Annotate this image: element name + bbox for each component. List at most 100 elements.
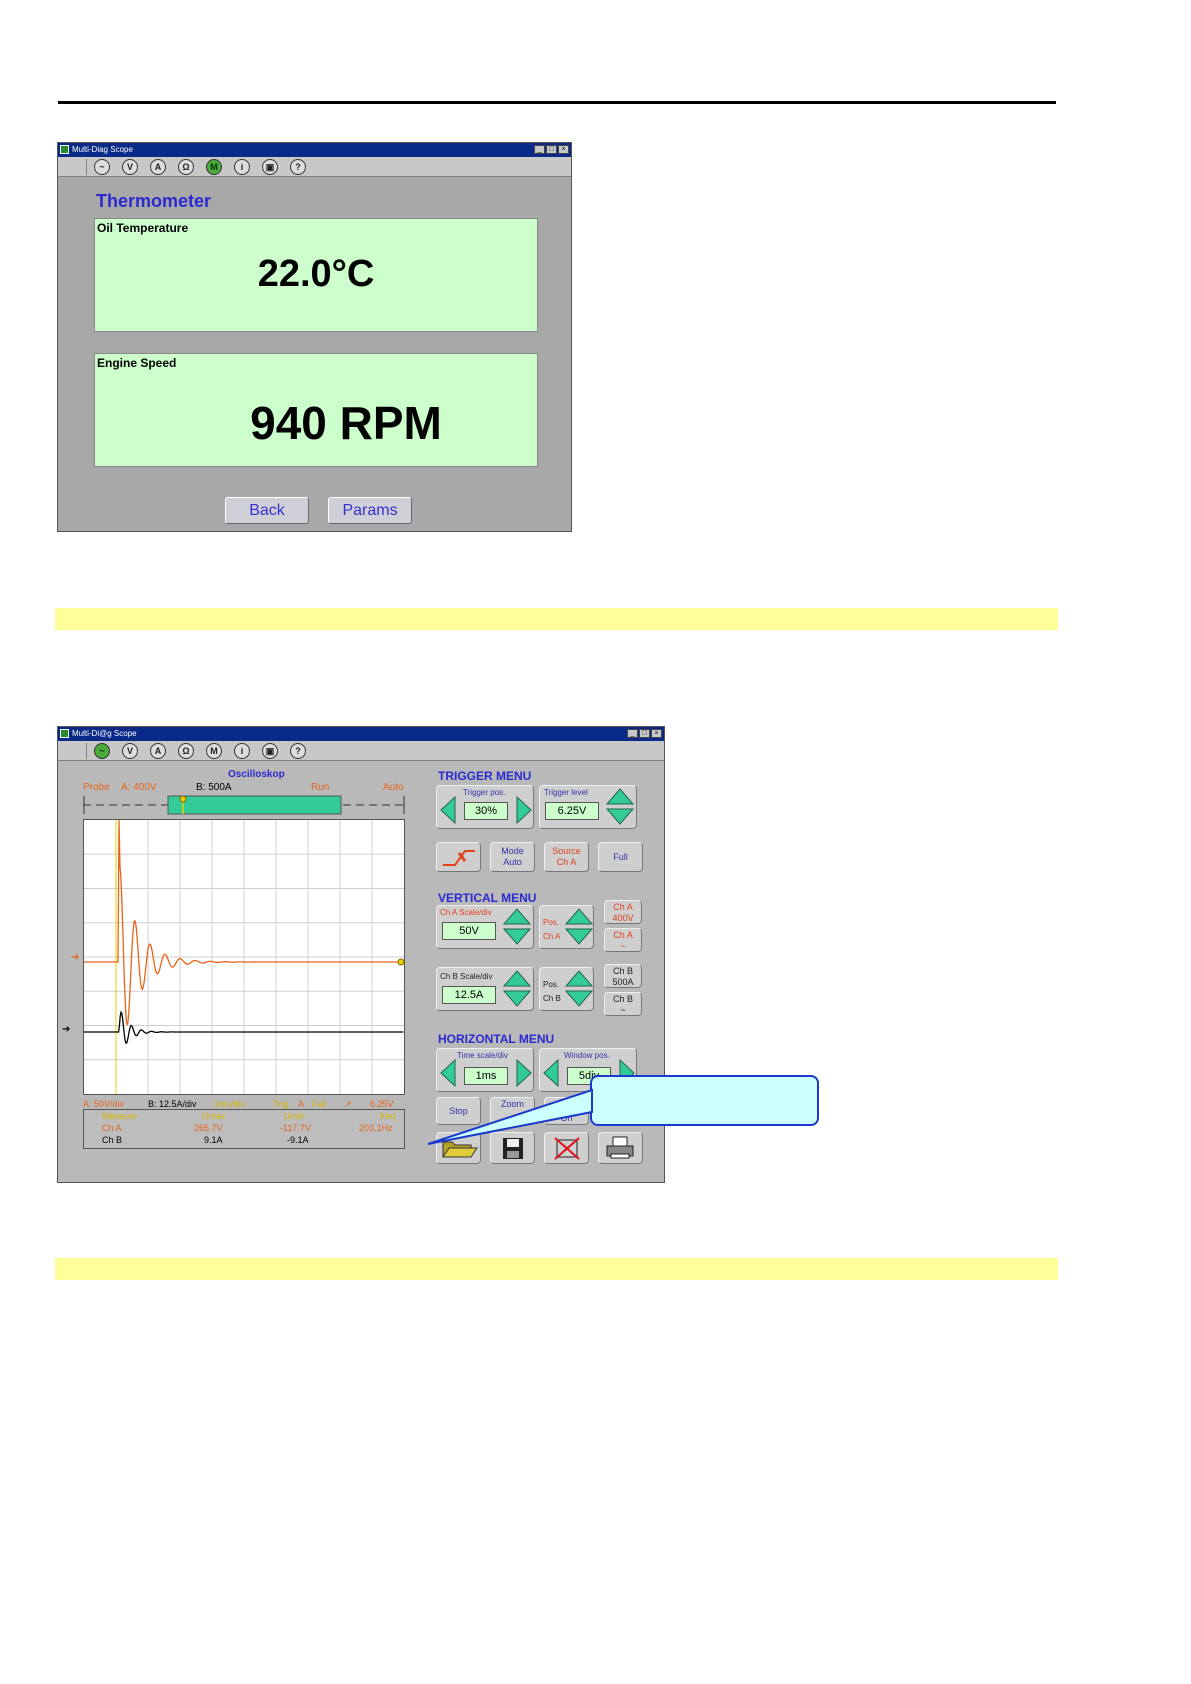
cha-coupling-button[interactable]: Ch A ~ [604, 928, 642, 952]
separator [86, 158, 87, 175]
channel-b-marker-icon[interactable]: ➔ [62, 1024, 70, 1035]
chb-pos-channel: Ch B [543, 994, 561, 1003]
waveform-display[interactable] [83, 819, 405, 1095]
time-scale-left-arrow-icon[interactable] [440, 1059, 456, 1087]
app-icon [60, 729, 69, 738]
trigger-pos-right-arrow-icon[interactable] [516, 796, 532, 824]
chb-pos-down-arrow-icon[interactable] [565, 990, 593, 1008]
cha-range-channel: Ch A [613, 902, 633, 912]
trigger-pos-label: Trigger pos. [463, 788, 506, 797]
chb-scale-value: 12.5A [442, 986, 496, 1004]
cha-row-label: Ch A [102, 1123, 122, 1133]
channel-a-marker-icon[interactable]: ➔ [71, 952, 79, 963]
engine-speed-value: 940 RPM [250, 397, 442, 449]
engine-speed-label: Engine Speed [97, 356, 177, 370]
time-scale-label: Time scale/div [457, 1051, 508, 1060]
probe-label: Probe [83, 782, 110, 793]
run-status: Run [311, 782, 330, 793]
ammeter-icon[interactable]: A [149, 742, 167, 760]
cha-range-button[interactable]: Ch A 400V [604, 900, 642, 924]
close-icon[interactable]: × [651, 729, 662, 738]
voltmeter-icon[interactable]: V [121, 742, 139, 760]
print-preview-icon[interactable]: ▣ [261, 158, 279, 176]
cha-coupling-channel: Ch A [613, 930, 633, 940]
chb-range-channel: Ch B [612, 966, 633, 976]
trigger-menu-title: TRIGGER MENU [438, 769, 532, 783]
trigger-pos-value: 30% [464, 802, 508, 820]
oscilloscope-label: Oscilloskop [228, 769, 285, 780]
horizontal-menu-title: HORIZONTAL MENU [438, 1032, 555, 1046]
window-position-bar[interactable] [83, 794, 405, 816]
close-icon[interactable]: × [558, 145, 569, 154]
maximize-icon[interactable]: □ [639, 729, 650, 738]
measure-header: Measure [102, 1111, 138, 1121]
chb-pos-label: Pos. [543, 980, 560, 989]
chb-scale-down-arrow-icon[interactable] [503, 990, 531, 1008]
trigger-level-up-arrow-icon[interactable] [606, 788, 634, 806]
maximize-icon[interactable]: □ [546, 145, 557, 154]
trigger-pos-left-arrow-icon[interactable] [440, 796, 456, 824]
chb-umax: 9.1A [204, 1135, 223, 1145]
position-bar-graphic [83, 795, 405, 815]
chb-range-button[interactable]: Ch B 500A [604, 964, 642, 988]
help-icon[interactable]: ? [289, 158, 307, 176]
window-pos-label: Window pos. [564, 1051, 610, 1060]
trigger-level-value: 6.25V [545, 802, 599, 820]
status-full: Full [312, 1099, 327, 1109]
callout-pointer [427, 1088, 593, 1145]
ohmmeter-icon[interactable]: Ω [177, 158, 195, 176]
function-icon[interactable]: ~ [93, 158, 111, 176]
engine-speed-panel: Engine Speed 940 RPM [94, 353, 538, 467]
cha-pos-down-arrow-icon[interactable] [565, 928, 593, 946]
toolbar: ~ V A Ω M i ▣ ? [58, 157, 571, 177]
ohmmeter-icon[interactable]: Ω [177, 742, 195, 760]
back-button[interactable]: Back [225, 497, 309, 524]
cha-scale-up-arrow-icon[interactable] [503, 908, 531, 926]
mode-button[interactable]: Mode Auto [490, 842, 535, 872]
top-rule [58, 101, 1056, 104]
cha-pos-up-arrow-icon[interactable] [565, 908, 593, 926]
minimize-icon[interactable]: _ [627, 729, 638, 738]
oil-temperature-value: 22.0°C [257, 253, 375, 295]
params-button[interactable]: Params [328, 497, 412, 524]
help-icon[interactable]: ? [289, 742, 307, 760]
trigger-slope-button[interactable] [436, 842, 481, 872]
print-preview-icon[interactable]: ▣ [261, 742, 279, 760]
function-icon[interactable]: ~ [93, 742, 111, 760]
cha-umax: 265.7V [194, 1123, 223, 1133]
info-icon[interactable]: i [233, 158, 251, 176]
cha-scale-value: 50V [442, 922, 496, 940]
chb-pos-up-arrow-icon[interactable] [565, 970, 593, 988]
time-scale-right-arrow-icon[interactable] [516, 1059, 532, 1087]
waveform-graphic [84, 820, 404, 1094]
freq-header: freq [380, 1111, 396, 1121]
minimize-icon[interactable]: _ [534, 145, 545, 154]
mode-value: Auto [503, 857, 522, 867]
chb-scale-up-arrow-icon[interactable] [503, 970, 531, 988]
cha-position-control: Pos. Ch A [539, 905, 594, 949]
info-icon[interactable]: i [233, 742, 251, 760]
highlight-band [55, 608, 1058, 630]
cha-coupling-value: ~ [620, 941, 626, 951]
cha-scale-down-arrow-icon[interactable] [503, 928, 531, 946]
window-title: Multi-Diag Scope [72, 145, 133, 154]
multimeter-icon[interactable]: M [205, 742, 223, 760]
multimeter-icon[interactable]: M [205, 158, 223, 176]
trigger-level-down-arrow-icon[interactable] [606, 808, 634, 826]
voltmeter-icon[interactable]: V [121, 158, 139, 176]
vertical-menu-title: VERTICAL MENU [438, 891, 537, 905]
umax-header: Umax [202, 1111, 226, 1121]
chb-coupling-button[interactable]: Ch B ~ [604, 992, 642, 1016]
trigger-slope-icon [443, 850, 475, 866]
ammeter-icon[interactable]: A [149, 158, 167, 176]
source-button[interactable]: Source Ch A [544, 842, 589, 872]
cha-range-value: 400V [612, 913, 634, 923]
window-pos-left-arrow-icon[interactable] [543, 1059, 559, 1087]
chb-position-control: Pos. Ch B [539, 967, 594, 1011]
chb-coupling-value: ~ [620, 1005, 626, 1015]
status-chb-scale: B: 12.5A/div [148, 1099, 197, 1109]
cha-freq: 203.1Hz [359, 1123, 393, 1133]
full-button[interactable]: Full [598, 842, 643, 872]
trigger-level-marker [397, 958, 404, 966]
cha-umin: -117.7V [280, 1123, 311, 1133]
